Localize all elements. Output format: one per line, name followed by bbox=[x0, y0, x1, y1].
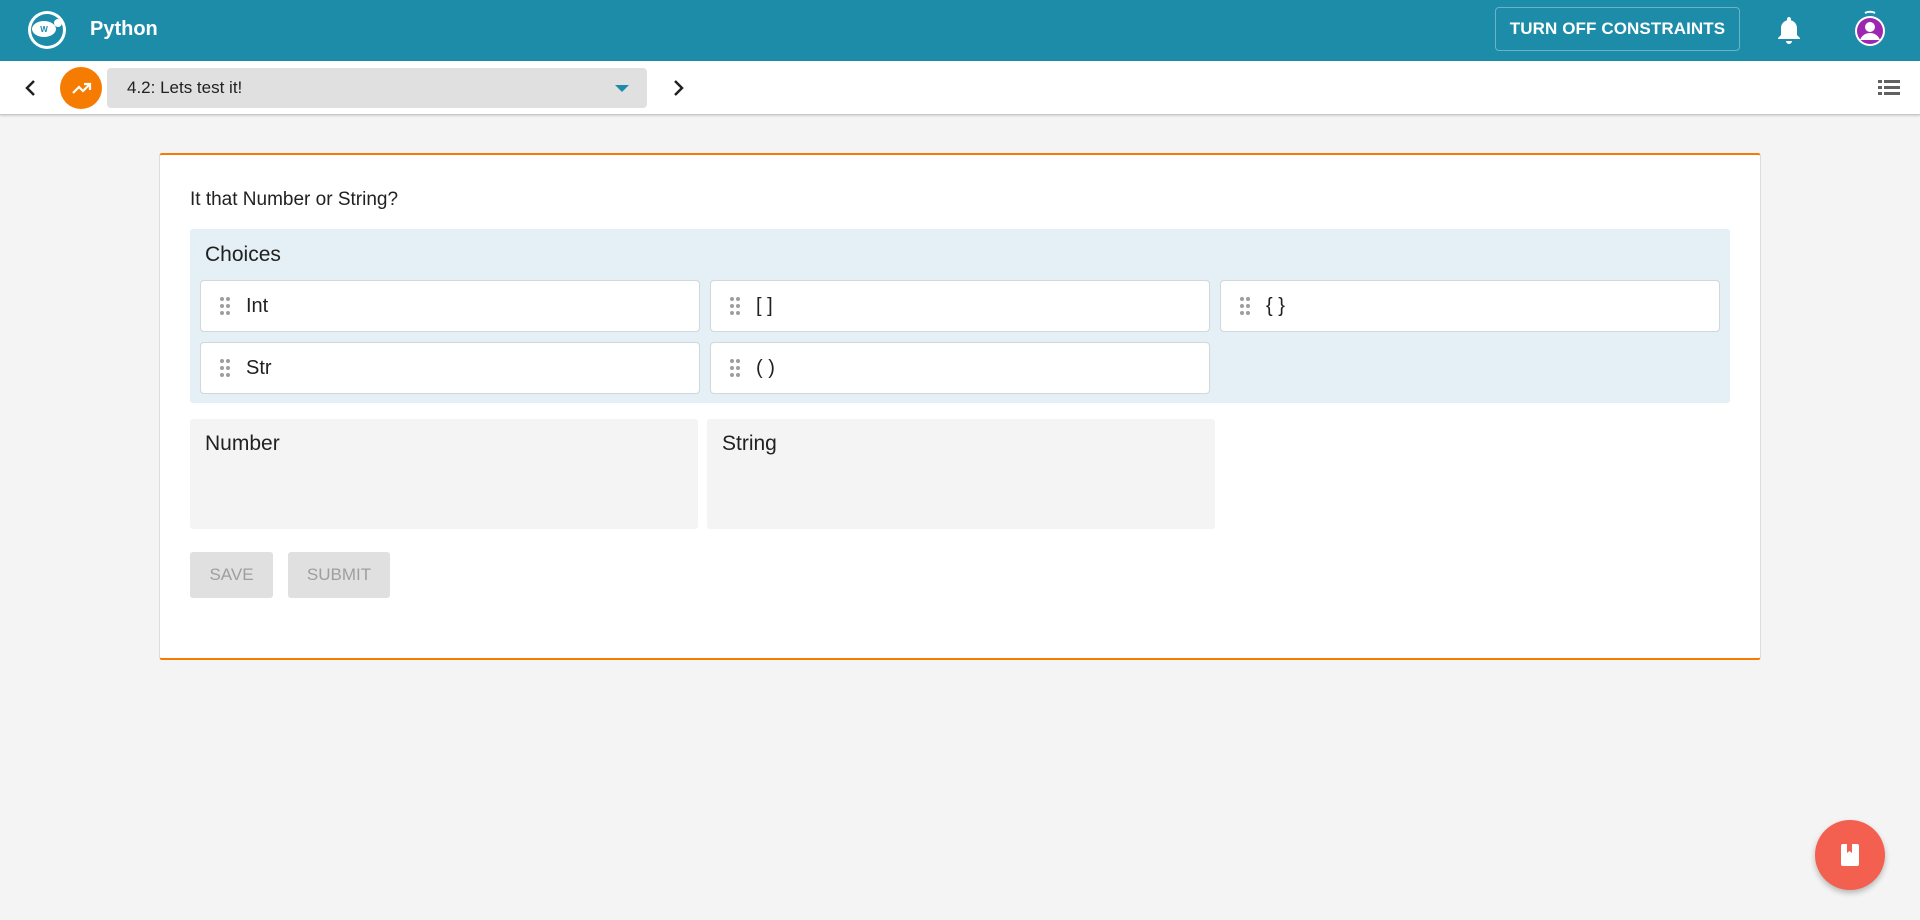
step-toolbar: 4.2: Lets test it! bbox=[0, 61, 1920, 115]
wise-logo-icon[interactable]: W bbox=[26, 9, 68, 51]
choice-label: Int bbox=[246, 295, 269, 317]
choice-label: [ ] bbox=[756, 295, 773, 317]
bucket-number[interactable]: Number bbox=[190, 419, 698, 529]
dropdown-arrow-icon bbox=[615, 85, 629, 92]
question-card: It that Number or String? Choices Int [ … bbox=[159, 153, 1761, 660]
choices-area[interactable]: Choices Int [ ] { } Str () bbox=[190, 229, 1730, 403]
notifications-bell-icon[interactable] bbox=[1776, 15, 1802, 45]
choice-item[interactable]: { } bbox=[1220, 280, 1720, 332]
bucket-title: String bbox=[722, 432, 777, 455]
step-select-value: 4.2: Lets test it! bbox=[127, 78, 243, 97]
turn-off-constraints-button[interactable]: TURN OFF CONSTRAINTS bbox=[1495, 7, 1740, 51]
step-list-icon[interactable] bbox=[1876, 75, 1902, 101]
app-bar: W Python TURN OFF CONSTRAINTS bbox=[0, 0, 1920, 61]
step-select[interactable]: 4.2: Lets test it! bbox=[107, 68, 647, 108]
trending-up-icon bbox=[72, 82, 92, 94]
choice-label: { } bbox=[1266, 295, 1285, 317]
svg-text:W: W bbox=[40, 25, 48, 34]
choices-title: Choices bbox=[205, 243, 281, 266]
step-status-icon bbox=[60, 67, 102, 109]
previous-step-chevron-icon[interactable] bbox=[16, 73, 46, 103]
choice-label: Str bbox=[246, 357, 272, 379]
submit-button[interactable]: SUBMIT bbox=[288, 552, 390, 598]
choice-label: ( ) bbox=[756, 357, 775, 379]
choice-item[interactable]: Int bbox=[200, 280, 700, 332]
drag-handle-icon[interactable] bbox=[1239, 296, 1251, 316]
notebook-fab-button[interactable] bbox=[1815, 820, 1885, 890]
book-icon bbox=[1841, 844, 1859, 866]
save-button[interactable]: SAVE bbox=[190, 552, 273, 598]
drag-handle-icon[interactable] bbox=[729, 358, 741, 378]
bucket-title: Number bbox=[205, 432, 280, 455]
account-avatar-icon[interactable] bbox=[1852, 9, 1888, 49]
question-prompt: It that Number or String? bbox=[190, 189, 399, 210]
drag-handle-icon[interactable] bbox=[219, 358, 231, 378]
next-step-chevron-icon[interactable] bbox=[663, 73, 693, 103]
choice-item[interactable]: [ ] bbox=[710, 280, 1210, 332]
app-title: Python bbox=[90, 18, 158, 40]
bucket-string[interactable]: String bbox=[707, 419, 1215, 529]
drag-handle-icon[interactable] bbox=[729, 296, 741, 316]
drag-handle-icon[interactable] bbox=[219, 296, 231, 316]
choice-item[interactable]: Str bbox=[200, 342, 700, 394]
choice-item[interactable]: ( ) bbox=[710, 342, 1210, 394]
